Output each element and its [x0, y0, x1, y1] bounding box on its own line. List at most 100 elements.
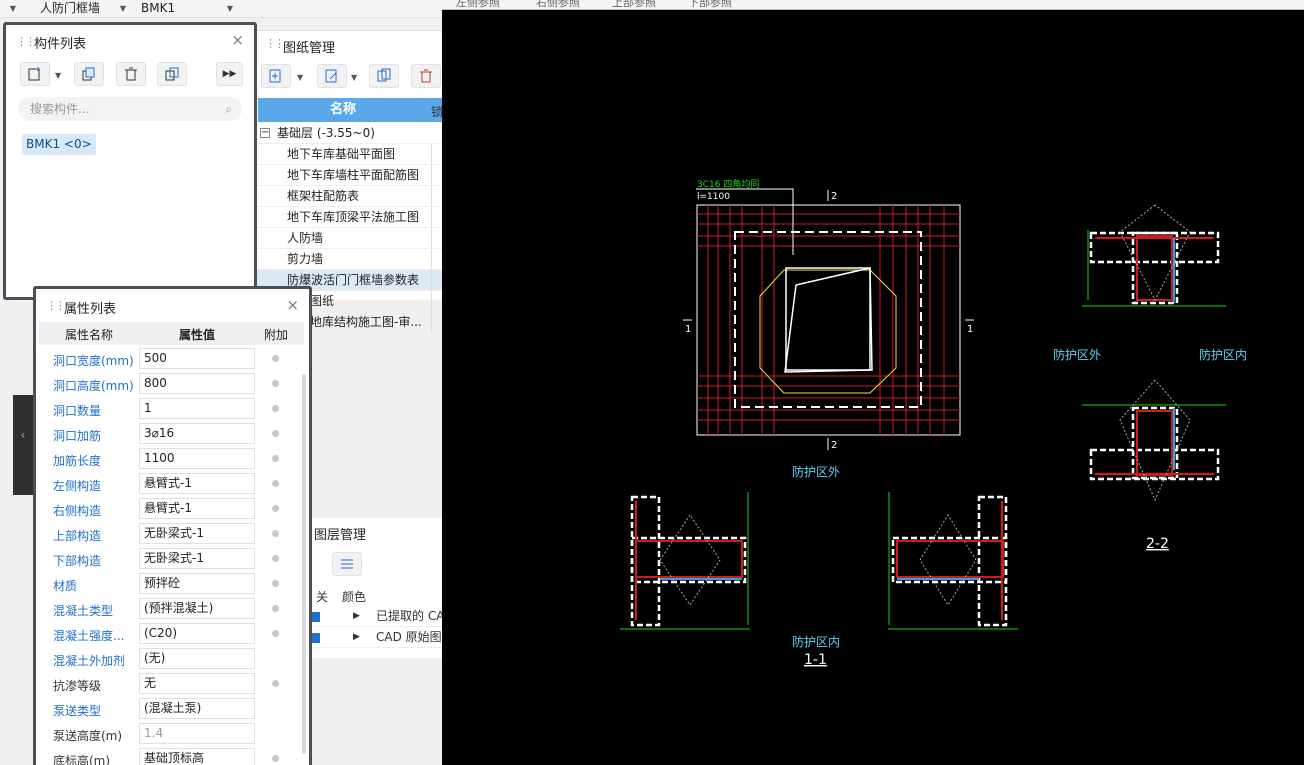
drawing-row[interactable]: 框架柱配筋表	[255, 186, 442, 207]
chevron-left-icon: ‹	[20, 428, 26, 442]
lock-icon[interactable]	[431, 249, 442, 269]
extra-toggle[interactable]	[272, 380, 279, 387]
property-value-field[interactable]: (混凝土泵)	[139, 698, 255, 719]
search-input[interactable]: 搜索构件... ⌕	[18, 97, 242, 121]
property-name[interactable]: 上部构造	[53, 527, 101, 544]
chevron-down-icon[interactable]: ▼	[55, 71, 61, 80]
expand-arrow-icon[interactable]: ▶	[353, 627, 360, 647]
property-value-field[interactable]: 无	[139, 673, 255, 694]
drag-handle-icon[interactable]: ⋮⋮	[265, 37, 285, 50]
lock-icon[interactable]	[431, 207, 442, 227]
drawing-row[interactable]: 剪力墙	[255, 249, 442, 270]
layer-row[interactable]: ▶ CAD 原始图	[310, 627, 442, 648]
property-value-field[interactable]: 1100	[139, 448, 255, 469]
lock-icon[interactable]	[431, 186, 442, 206]
duplicate-icon	[165, 67, 179, 81]
close-icon[interactable]: ×	[231, 31, 244, 49]
property-table-header: 属性名称 属性值 附加	[39, 322, 304, 345]
drag-handle-icon[interactable]: ⋮⋮	[16, 35, 36, 48]
edit-drawing-button[interactable]	[317, 64, 347, 88]
tree-group-foundation[interactable]: − 基础层 (-3.55~0)	[255, 123, 442, 144]
property-name[interactable]: 混凝土类型	[53, 602, 113, 619]
property-name[interactable]: 洞口宽度(mm)	[53, 352, 134, 369]
extra-toggle[interactable]	[272, 455, 279, 462]
property-name[interactable]: 洞口高度(mm)	[53, 377, 134, 394]
column-name-header: 名称	[330, 102, 357, 117]
lock-icon[interactable]	[431, 228, 442, 248]
drawing-row[interactable]: 人防墙	[255, 228, 442, 249]
extra-toggle[interactable]	[272, 555, 279, 562]
extra-toggle[interactable]	[272, 430, 279, 437]
collapse-handle[interactable]: ‹	[13, 395, 33, 495]
drawing-row[interactable]: 地下车库顶梁平法施工图	[255, 207, 442, 228]
property-name[interactable]: 加筋长度	[53, 452, 101, 469]
property-name[interactable]: 下部构造	[53, 552, 101, 569]
layer-copy-button[interactable]	[157, 62, 187, 86]
chevron-down-icon[interactable]: ▼	[351, 73, 357, 82]
extra-toggle[interactable]	[272, 630, 279, 637]
extra-toggle[interactable]	[272, 680, 279, 687]
drawing-name: 地库结构施工图-审...	[310, 315, 422, 329]
delete-drawing-button[interactable]	[411, 64, 441, 88]
collapse-icon[interactable]: −	[260, 128, 270, 138]
property-value-field[interactable]: 无卧梁式-1	[139, 523, 255, 544]
property-name[interactable]: 洞口加筋	[53, 427, 101, 444]
property-value-field[interactable]: 预拌砼	[139, 573, 255, 594]
extra-toggle[interactable]	[272, 405, 279, 412]
extra-toggle[interactable]	[272, 530, 279, 537]
property-value-field[interactable]: 500	[139, 348, 255, 369]
scrollbar[interactable]	[302, 374, 306, 754]
property-name[interactable]: 混凝土外加剂	[53, 652, 125, 669]
extra-toggle[interactable]	[272, 580, 279, 587]
property-value-field[interactable]: 1	[139, 398, 255, 419]
chevron-down-icon[interactable]: ▼	[297, 73, 303, 82]
extra-toggle[interactable]	[272, 355, 279, 362]
trash-icon	[125, 67, 137, 81]
search-icon[interactable]: ⌕	[225, 97, 232, 121]
layer-row[interactable]: ▶ 已提取的 CA	[310, 606, 442, 627]
lock-icon[interactable]	[431, 291, 442, 311]
section-1-1-left	[620, 492, 750, 630]
delete-component-button[interactable]	[116, 62, 146, 86]
property-name[interactable]: 混凝土强度...	[53, 627, 124, 644]
extra-toggle[interactable]	[272, 755, 279, 762]
copy-drawing-button[interactable]	[369, 64, 399, 88]
drawing-row[interactable]: 地下车库基础平面图	[255, 144, 442, 165]
property-value-field[interactable]: 悬臂式-1	[139, 498, 255, 519]
drawing-row[interactable]: 地下车库墙柱平面配筋图	[255, 165, 442, 186]
more-button[interactable]: ▶▶	[216, 62, 243, 86]
property-value-field[interactable]: 1.4	[139, 723, 255, 744]
property-value-field[interactable]: 3⌀16	[139, 423, 255, 444]
extra-toggle[interactable]	[272, 605, 279, 612]
property-value-field[interactable]: 基础顶标高	[139, 748, 255, 765]
layer-panel-title: 图层管理	[314, 528, 367, 543]
property-name[interactable]: 泵送类型	[53, 702, 101, 719]
property-value-field[interactable]: 无卧梁式-1	[139, 548, 255, 569]
property-name[interactable]: 左侧构造	[53, 477, 101, 494]
close-icon[interactable]: ×	[286, 296, 299, 314]
property-name[interactable]: 洞口数量	[53, 402, 101, 419]
lock-icon[interactable]	[431, 144, 442, 164]
label-section22-outside: 防护区外	[1053, 347, 1101, 362]
property-name[interactable]: 材质	[53, 577, 77, 594]
extra-toggle[interactable]	[272, 480, 279, 487]
property-value-field[interactable]: (无)	[139, 648, 255, 669]
property-value-field[interactable]: 悬臂式-1	[139, 473, 255, 494]
header-value: 属性值	[179, 328, 216, 342]
lock-icon[interactable]	[431, 270, 442, 290]
drag-handle-icon[interactable]: ⋮⋮	[46, 299, 66, 312]
property-value-field[interactable]: (C20)	[139, 623, 255, 644]
copy-component-button[interactable]	[74, 62, 104, 86]
add-drawing-button[interactable]	[261, 64, 291, 88]
property-value-field[interactable]: (预拌混凝土)	[139, 598, 255, 619]
property-value-field[interactable]: 800	[139, 373, 255, 394]
lock-icon[interactable]	[431, 165, 442, 185]
lock-icon[interactable]	[431, 312, 442, 332]
property-row: 泵送高度(m) 1.4	[39, 722, 304, 747]
expand-arrow-icon[interactable]: ▶	[353, 606, 360, 626]
property-name[interactable]: 右侧构造	[53, 502, 101, 519]
component-item-bmk1[interactable]: BMK1 <0>	[22, 134, 96, 155]
new-component-button[interactable]	[20, 62, 50, 86]
extra-toggle[interactable]	[272, 505, 279, 512]
layer-list-button[interactable]	[332, 552, 362, 576]
